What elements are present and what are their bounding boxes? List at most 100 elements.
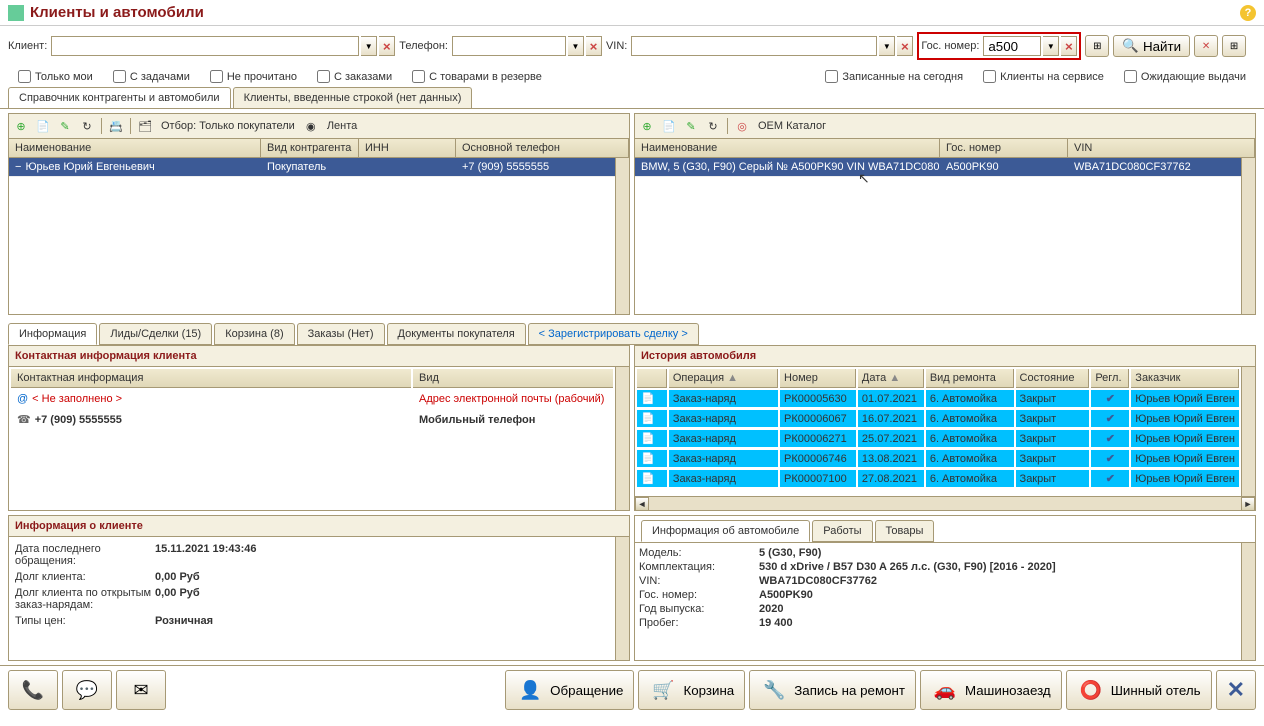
client-dropdown[interactable]: ▼: [361, 36, 377, 56]
history-row[interactable]: 📄Заказ-нарядРК0000710027.08.20216. Автом…: [637, 470, 1239, 488]
phone-input[interactable]: [452, 36, 566, 56]
client-row[interactable]: −Юрьев Юрий Евгеньевич Покупатель +7 (90…: [9, 158, 615, 177]
with-orders-checkbox[interactable]: С заказами: [317, 70, 392, 83]
card-icon[interactable]: 📇: [106, 116, 126, 136]
col-number[interactable]: Номер: [780, 369, 856, 388]
tab-register-deal[interactable]: < Зарегистрировать сделку >: [528, 323, 699, 345]
scroll-right-icon[interactable]: ►: [1241, 497, 1255, 511]
scrollbar[interactable]: [615, 537, 629, 660]
col-regl[interactable]: Регл.: [1091, 369, 1129, 388]
contact-email-row[interactable]: @< Не заполнено > Адрес электронной почт…: [11, 390, 613, 408]
tab-works[interactable]: Работы: [812, 520, 872, 542]
tab-car-info[interactable]: Информация об автомобиле: [641, 520, 810, 542]
gosnomer-clear[interactable]: ×: [1061, 36, 1077, 56]
history-header-row: Операция ▲ Номер Дата ▲ Вид ремонта Сост…: [637, 369, 1239, 388]
gosnomer-input[interactable]: [983, 36, 1041, 56]
gosnomer-dropdown[interactable]: ▼: [1043, 36, 1059, 56]
appeal-button[interactable]: 👤Обращение: [505, 670, 634, 710]
h-scrollbar[interactable]: ◄ ►: [635, 496, 1255, 510]
col-repair-kind[interactable]: Вид ремонта: [926, 369, 1014, 388]
edit-icon[interactable]: ✎: [55, 116, 75, 136]
col-vin[interactable]: VIN: [1068, 139, 1255, 157]
scrollbar[interactable]: [1241, 367, 1255, 496]
tab-documents[interactable]: Документы покупателя: [387, 323, 526, 345]
scrollbar[interactable]: [615, 367, 629, 510]
col-contact-info[interactable]: Контактная информация: [11, 369, 411, 388]
tab-directory[interactable]: Справочник контрагенты и автомобили: [8, 87, 231, 108]
only-mine-checkbox[interactable]: Только мои: [18, 70, 93, 83]
with-tasks-checkbox[interactable]: С задачами: [113, 70, 190, 83]
sms-icon: 💬: [73, 676, 101, 704]
tab-leads[interactable]: Лиды/Сделки (15): [99, 323, 212, 345]
col-type[interactable]: Вид контрагента: [261, 139, 359, 157]
car-entry-button[interactable]: 🚗Машинозаезд: [920, 670, 1062, 710]
lenta-icon[interactable]: ◉: [301, 116, 321, 136]
tire-button[interactable]: ⭕Шинный отель: [1066, 670, 1212, 710]
col-contact-type[interactable]: Вид: [413, 369, 613, 388]
filter-icon[interactable]: 🗂: [135, 116, 155, 136]
settings-icon[interactable]: ⊞: [1085, 35, 1109, 57]
clients-grid-body[interactable]: −Юрьев Юрий Евгеньевич Покупатель +7 (90…: [9, 158, 615, 314]
tab-string-clients[interactable]: Клиенты, введенные строкой (нет данных): [233, 87, 473, 108]
history-row[interactable]: 📄Заказ-нарядРК0000674613.08.20216. Автом…: [637, 450, 1239, 468]
tab-goods[interactable]: Товары: [875, 520, 935, 542]
with-reserved-checkbox[interactable]: С товарами в резерве: [412, 70, 542, 83]
col-state[interactable]: Состояние: [1016, 369, 1090, 388]
scroll-left-icon[interactable]: ◄: [635, 497, 649, 511]
col-inn[interactable]: ИНН: [359, 139, 456, 157]
oem-icon[interactable]: ◎: [732, 116, 752, 136]
refresh-icon[interactable]: ↻: [77, 116, 97, 136]
copy-icon[interactable]: 📄: [659, 116, 679, 136]
awaiting-delivery-checkbox[interactable]: Ожидающие выдачи: [1124, 70, 1246, 83]
unread-checkbox[interactable]: Не прочитано: [210, 70, 297, 83]
tab-cart[interactable]: Корзина (8): [214, 323, 294, 345]
scrollbar[interactable]: [615, 158, 629, 314]
scrollbar[interactable]: [1241, 158, 1255, 314]
client-clear[interactable]: ×: [379, 36, 395, 56]
layout-icon[interactable]: ⊞: [1222, 35, 1246, 57]
find-button[interactable]: 🔍 Найти: [1113, 35, 1190, 57]
add-icon[interactable]: ⊕: [11, 116, 31, 136]
client-input[interactable]: [51, 36, 359, 56]
history-header: История автомобиля: [635, 346, 1255, 367]
booked-today-checkbox[interactable]: Записанные на сегодня: [825, 70, 963, 83]
lenta-label[interactable]: Лента: [323, 120, 361, 132]
call-button[interactable]: 📞: [8, 670, 58, 710]
vin-dropdown[interactable]: ▼: [879, 36, 895, 56]
vin-label: VIN:: [606, 40, 627, 52]
refresh-icon[interactable]: ↻: [703, 116, 723, 136]
cars-grid-body[interactable]: BMW, 5 (G30, F90) Серый № A500PK90 VIN W…: [635, 158, 1241, 314]
history-row[interactable]: 📄Заказ-нарядРК0000563001.07.20216. Автом…: [637, 390, 1239, 408]
mail-icon: ✉: [127, 676, 155, 704]
clear-filter-icon[interactable]: ✕: [1194, 35, 1218, 57]
oem-catalog-button[interactable]: ОЕМ Каталог: [754, 120, 830, 132]
mail-button[interactable]: ✉: [116, 670, 166, 710]
col-gos[interactable]: Гос. номер: [940, 139, 1068, 157]
vin-clear[interactable]: ×: [897, 36, 913, 56]
help-icon[interactable]: ?: [1240, 5, 1256, 21]
contact-phone-row[interactable]: ☎+7 (909) 5555555 Мобильный телефон: [11, 410, 613, 429]
scrollbar[interactable]: [1241, 543, 1255, 660]
sms-button[interactable]: 💬: [62, 670, 112, 710]
close-button[interactable]: ✕: [1216, 670, 1256, 710]
col-operation[interactable]: Операция ▲: [669, 369, 778, 388]
repair-book-button[interactable]: 🔧Запись на ремонт: [749, 670, 916, 710]
phone-dropdown[interactable]: ▼: [568, 36, 584, 56]
col-customer[interactable]: Заказчик: [1131, 369, 1239, 388]
copy-icon[interactable]: 📄: [33, 116, 53, 136]
add-icon[interactable]: ⊕: [637, 116, 657, 136]
in-service-checkbox[interactable]: Клиенты на сервисе: [983, 70, 1104, 83]
col-date[interactable]: Дата ▲: [858, 369, 924, 388]
col-car-name[interactable]: Наименование: [635, 139, 940, 157]
col-name[interactable]: Наименование: [9, 139, 261, 157]
history-row[interactable]: 📄Заказ-нарядРК0000606716.07.20216. Автом…: [637, 410, 1239, 428]
history-row[interactable]: 📄Заказ-нарядРК0000627125.07.20216. Автом…: [637, 430, 1239, 448]
tab-information[interactable]: Информация: [8, 323, 97, 345]
vin-input[interactable]: [631, 36, 877, 56]
edit-icon[interactable]: ✎: [681, 116, 701, 136]
phone-clear[interactable]: ×: [586, 36, 602, 56]
col-phone[interactable]: Основной телефон: [456, 139, 629, 157]
cart-button[interactable]: 🛒Корзина: [638, 670, 745, 710]
tab-orders[interactable]: Заказы (Нет): [297, 323, 385, 345]
car-row[interactable]: BMW, 5 (G30, F90) Серый № A500PK90 VIN W…: [635, 158, 1241, 177]
